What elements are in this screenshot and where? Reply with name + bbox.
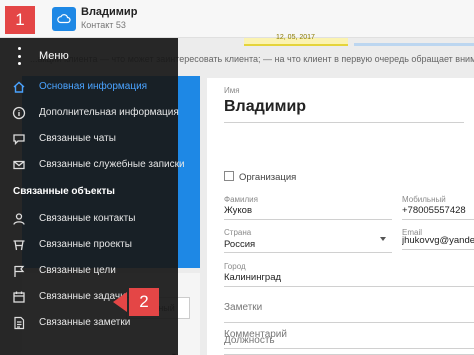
menu-item-related-projects[interactable]: Связанные проекты [0,232,178,258]
status-ribbon [178,38,474,46]
menu-item-chats[interactable]: Связанные чаты [0,126,178,152]
annotation-arrow-icon [113,292,127,312]
annotation-badge-1: 1 [5,6,35,34]
menu-item-label: Связанные контакты [39,213,136,224]
menu-item-related-goals[interactable]: Связанные цели [0,258,178,284]
annotation-badge-2: 2 [129,288,159,316]
mobile-field[interactable]: +78005557428 [402,205,466,216]
menu-item-related-contacts[interactable]: Связанные контакты [0,206,178,232]
menu-header: Меню [0,38,178,74]
comment-field[interactable]: Комментарий [224,329,287,340]
menu-item-memos[interactable]: Связанные служебные записки [0,152,185,178]
mobile-label: Мобильный [402,195,446,204]
contact-header: Владимир Контакт 53 [0,0,474,38]
country-underline [224,252,392,253]
ribbon-blue [354,43,474,46]
note-icon [10,314,28,332]
menu-item-additional-info[interactable]: Дополнительная информация [0,100,179,126]
city-field[interactable]: Калининград [224,272,281,283]
more-vertical-icon[interactable] [13,47,25,65]
memo-icon [10,156,28,174]
menu-title: Меню [39,50,69,62]
notes-field[interactable]: Заметки [224,302,262,313]
surname-field[interactable]: Жуков [224,205,252,216]
menu-item-label: Связанные цели [39,265,116,276]
notes-underline [224,322,474,323]
name-label: Имя [224,86,240,95]
country-select[interactable]: Россия [224,239,255,250]
name-value[interactable]: Владимир [224,98,306,116]
email-underline [402,249,474,250]
info-icon [10,104,28,122]
organization-checkbox[interactable] [224,171,234,181]
country-dropdown-icon[interactable] [380,237,386,241]
menu-item-label: Дополнительная информация [39,107,179,118]
related-section-title: Связанные объекты [13,186,115,197]
comment-underline [224,348,474,349]
menu-item-label: Основная информация [39,81,148,92]
contact-title: Владимир [81,6,138,18]
project-icon [10,236,28,254]
menu-item-main-info[interactable]: Основная информация [0,74,178,100]
email-field[interactable]: jhukovvg@yandex [402,235,474,246]
contact-avatar[interactable] [52,7,76,31]
flag-icon [10,262,28,280]
contact-form: Имя Владимир Организация Фамилия Жуков М… [207,78,474,355]
contact-subtitle: Контакт 53 [81,20,126,30]
menu-item-label: Связанные служебные записки [39,159,185,170]
menu-item-label: Связанные чаты [39,133,116,144]
organization-label: Организация [239,172,297,183]
menu-item-label: Связанные заметки [39,317,131,328]
person-icon [10,210,28,228]
cloud-icon [57,14,71,24]
calendar-icon [10,288,28,306]
name-underline [224,122,464,123]
surname-label: Фамилия [224,195,258,204]
country-label: Страна [224,228,252,237]
mobile-underline [402,219,474,220]
surname-underline [224,219,392,220]
menu-item-label: Связанные проекты [39,239,132,250]
city-underline [224,286,474,287]
city-label: Город [224,262,246,271]
ribbon-date: 12, 05, 2017 [276,34,315,41]
home-icon [10,78,28,96]
chat-icon [10,130,28,148]
